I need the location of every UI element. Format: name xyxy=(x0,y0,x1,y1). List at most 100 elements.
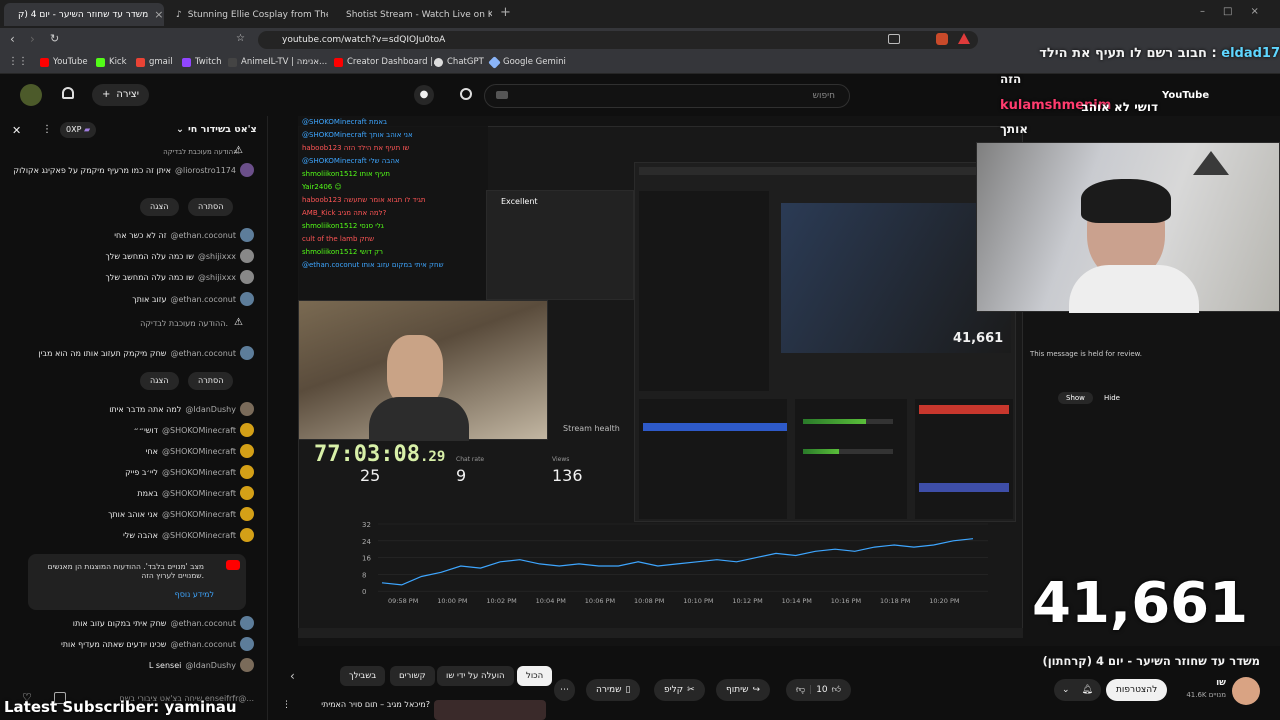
bookmark-creator[interactable]: Creator Dashboard |... xyxy=(334,57,441,67)
create-button[interactable]: + יצירה xyxy=(92,84,149,106)
back-icon[interactable]: ‹ xyxy=(10,32,15,46)
clip-button[interactable]: קליפ ✂ xyxy=(654,679,705,701)
channel-avatar[interactable] xyxy=(1232,677,1260,705)
mic-icon[interactable]: ● xyxy=(414,85,434,105)
chat-author[interactable]: @shijixxx xyxy=(198,252,236,261)
avatar[interactable] xyxy=(240,346,254,360)
cast-icon[interactable] xyxy=(888,34,900,44)
avatar[interactable] xyxy=(240,270,254,284)
tab-kick[interactable]: Shotist Stream - Watch Live on Kick × xyxy=(332,3,492,26)
chat-author[interactable]: @ethan.coconut xyxy=(170,231,236,240)
extension-icon[interactable] xyxy=(958,33,970,44)
avatar[interactable] xyxy=(240,528,254,542)
chat-author[interactable]: @ethan.coconut xyxy=(170,295,236,304)
chat-author[interactable]: @SHOKOMinecraft xyxy=(162,489,236,498)
chat-author[interactable]: @IdanDushy xyxy=(185,661,236,670)
bookmark-gmail[interactable]: gmail xyxy=(136,57,173,67)
search-icon[interactable] xyxy=(460,88,472,100)
gemini-icon xyxy=(488,55,501,69)
more-actions-button[interactable]: ⋯ xyxy=(554,679,575,701)
chat-author[interactable]: @SHOKOMinecraft xyxy=(162,531,236,540)
bookmark-youtube[interactable]: YouTube xyxy=(40,57,88,67)
window-controls[interactable]: –□× xyxy=(1200,6,1277,17)
avatar[interactable] xyxy=(240,616,254,630)
video-player[interactable]: @SHOKOMinecraft באמת @SHOKOMinecraft אני… xyxy=(298,116,1280,646)
avatar[interactable] xyxy=(240,249,254,263)
avatar[interactable] xyxy=(240,486,254,500)
tab-ellie[interactable]: ♪ Stunning Ellie Cosplay from The Last × xyxy=(168,3,328,26)
chat-author[interactable]: @SHOKOMinecraft xyxy=(162,447,236,456)
chat-author[interactable]: @SHOKOMinecraft xyxy=(162,468,236,477)
hide-button[interactable]: הסתרה xyxy=(188,372,234,390)
keyboard-icon[interactable] xyxy=(496,91,508,99)
chat-title[interactable]: ⌄ צ'אט בשידור חי xyxy=(176,124,257,135)
close-chat-icon[interactable]: ✕ xyxy=(12,124,21,137)
apps-icon[interactable]: ⋮⋮ xyxy=(8,56,28,67)
save-button[interactable]: שמירה ▯ xyxy=(586,679,641,701)
avatar[interactable] xyxy=(240,163,254,177)
hide-button[interactable]: Hide xyxy=(1096,392,1128,404)
show-button[interactable]: הצגה xyxy=(140,372,179,390)
bookmark-gemini[interactable]: Google Gemini xyxy=(488,55,566,69)
chevron-left-icon[interactable]: ‹ xyxy=(290,669,295,683)
bell-icon[interactable] xyxy=(62,87,74,99)
chat-author[interactable]: @ethan.coconut xyxy=(170,640,236,649)
forward-icon[interactable]: › xyxy=(30,32,35,46)
avatar[interactable] xyxy=(240,444,254,458)
studio-icon xyxy=(334,57,343,67)
new-tab-button[interactable]: + xyxy=(500,5,511,20)
chat-author[interactable]: @ethan.coconut xyxy=(170,349,236,358)
chat-author[interactable]: @IdanDushy xyxy=(185,405,236,414)
chat-message: שו כמה עלה המחשב שלך @shijixxx xyxy=(14,268,254,286)
chip-for-you[interactable]: בשבילך xyxy=(340,666,386,686)
search-input[interactable]: חיפוש xyxy=(484,84,850,108)
bookmark-icon[interactable]: ☆ xyxy=(236,33,245,44)
plus-icon: + xyxy=(102,89,111,100)
obs-multichat xyxy=(639,191,769,391)
chat-author[interactable]: @SHOKOMinecraft xyxy=(162,426,236,435)
bookmark-twitch[interactable]: Twitch xyxy=(182,57,222,67)
subscribe-button[interactable]: להצטרפות xyxy=(1106,679,1168,701)
url-field[interactable]: youtube.com/watch?v=sdQIOJu0toA xyxy=(258,31,978,49)
extension-icon[interactable] xyxy=(936,33,948,45)
avatar[interactable] xyxy=(240,423,254,437)
chip-all[interactable]: הכול xyxy=(517,666,553,686)
avatar[interactable] xyxy=(240,465,254,479)
overlay-chat-line: הזה xyxy=(1000,72,1022,86)
hide-button[interactable]: הסתרה xyxy=(188,198,234,216)
tab-youtube[interactable]: משדר עד שחוזר השיער - יום 4 (ק × xyxy=(4,3,164,26)
channel-name[interactable]: שו xyxy=(1200,678,1226,688)
rec-thumbnail[interactable] xyxy=(434,700,546,720)
share-button[interactable]: שיתוף ↪ xyxy=(716,679,771,701)
avatar[interactable] xyxy=(240,292,254,306)
show-button[interactable]: Show xyxy=(1058,392,1093,404)
rec-title[interactable]: מיכאל מגיב – תום סויר האמיתי? xyxy=(296,700,430,709)
show-button[interactable]: הצגה xyxy=(140,198,179,216)
avatar[interactable] xyxy=(240,402,254,416)
avatar[interactable] xyxy=(240,228,254,242)
chat-author[interactable]: @shijixxx xyxy=(198,273,236,282)
learn-more-link[interactable]: למידע נוסף xyxy=(138,590,214,599)
close-icon[interactable]: × xyxy=(154,8,163,21)
notification-bell-button[interactable]: ⌄ 🔔︎ xyxy=(1054,679,1101,701)
avatar[interactable] xyxy=(240,658,254,672)
chip-uploaded-by[interactable]: הועלה על ידי שו xyxy=(437,666,514,686)
chip-related[interactable]: קשורים xyxy=(390,666,435,686)
chat-author[interactable]: @ethan.coconut xyxy=(170,619,236,628)
avatar[interactable] xyxy=(20,84,42,106)
chat-rate-label: Chat rate xyxy=(456,456,485,463)
bookmark-chatgpt[interactable]: ChatGPT xyxy=(434,57,484,67)
like-dislike-button[interactable]: 👎︎ | 10 👍︎ xyxy=(786,679,852,701)
xp-badge[interactable]: 0XP ▰ xyxy=(60,122,97,138)
stop-streaming-button[interactable] xyxy=(919,405,1009,414)
chat-author[interactable]: @SHOKOMinecraft xyxy=(162,510,236,519)
obs-count: 41,661 xyxy=(953,331,1004,346)
bookmark-kick[interactable]: Kick xyxy=(96,57,127,67)
avatar[interactable] xyxy=(240,507,254,521)
bookmark-animeil[interactable]: AnimeIL-TV | אנימה... xyxy=(228,57,327,67)
chat-author[interactable]: @liorostro1174 xyxy=(175,166,236,175)
reload-icon[interactable]: ↻ xyxy=(50,32,59,45)
avatar[interactable] xyxy=(240,637,254,651)
more-icon[interactable]: ⋮ xyxy=(282,700,291,710)
more-icon[interactable]: ⋮ xyxy=(42,124,52,135)
